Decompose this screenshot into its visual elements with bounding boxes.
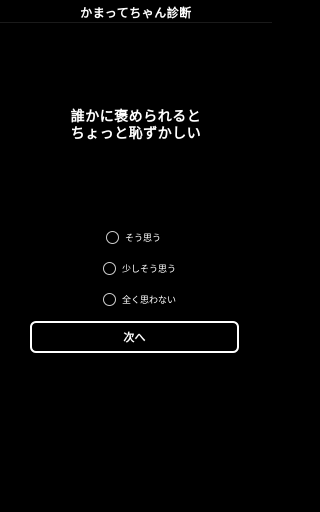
app-title: かまってちゃん診断 [80, 6, 192, 20]
radio-circle-icon[interactable] [106, 230, 119, 244]
app-screen: かまってちゃん診断 誰かに褒められると ちょっと恥ずかしい そう思う 少しそう思… [0, 0, 272, 512]
option-mattaku-omowanai[interactable]: 全く思わない [103, 291, 176, 307]
next-button[interactable]: 次へ [30, 321, 239, 353]
question-line-1: 誰かに褒められると [70, 109, 202, 125]
option-label: 少しそう思う [122, 264, 177, 275]
option-label: そう思う [125, 233, 162, 244]
option-sou-omou[interactable]: そう思う [106, 229, 161, 245]
question-line-2: ちょっと恥ずかしい [70, 126, 202, 142]
radio-circle-icon[interactable] [103, 261, 116, 275]
question-text: 誰かに褒められると ちょっと恥ずかしい [0, 109, 272, 143]
radio-circle-icon[interactable] [103, 292, 116, 306]
option-label: 全く思わない [122, 295, 177, 306]
option-sukoshi-sou-omou[interactable]: 少しそう思う [103, 260, 176, 276]
header-divider [0, 22, 272, 23]
